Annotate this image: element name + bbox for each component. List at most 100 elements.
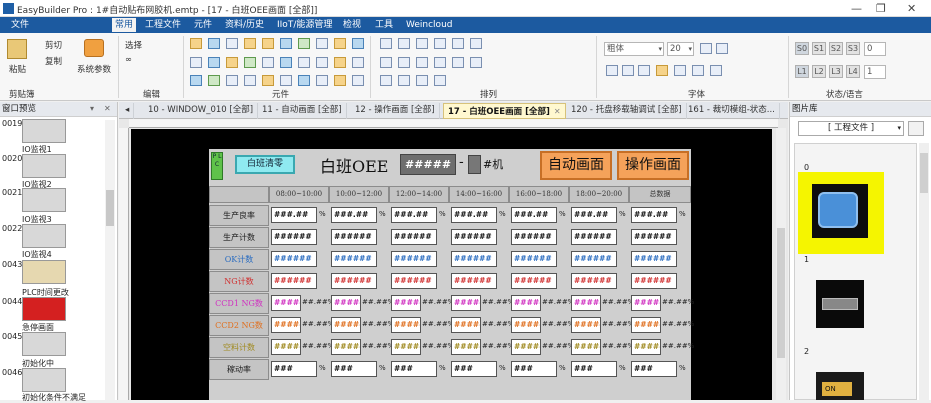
state-s0-button[interactable]: S0 [795, 42, 809, 55]
total-count-display[interactable]: ##### [400, 154, 456, 175]
function-key-icon[interactable] [262, 38, 274, 49]
menu-project[interactable]: 工程文件 [142, 18, 184, 32]
minimize-button[interactable]: — [851, 2, 862, 15]
preview-thumbnail[interactable] [22, 332, 66, 356]
distribute-v-icon[interactable] [434, 57, 446, 68]
table-value-cell[interactable]: ##### [571, 295, 601, 311]
group-objects-icon[interactable] [452, 57, 464, 68]
table-value-cell[interactable]: ##### [391, 339, 421, 355]
multi-state-icon[interactable] [280, 38, 292, 49]
picture-item[interactable]: ON [804, 356, 878, 400]
state-s2-button[interactable]: S2 [829, 42, 843, 55]
table-value-cell[interactable]: ### [571, 361, 617, 377]
auto-screen-button[interactable]: 自动画面 [540, 151, 612, 180]
font-grow-icon[interactable] [700, 43, 712, 54]
slider-icon[interactable] [298, 38, 310, 49]
table-value-cell[interactable]: ###### [511, 273, 557, 289]
state-value-input[interactable]: 0 [864, 42, 886, 56]
italic-icon[interactable] [692, 65, 704, 76]
font-size-combo[interactable]: 20 ▾ [667, 42, 694, 56]
tab-window-11[interactable]: 11 - 自动画面 [全部] [258, 103, 347, 119]
table-value-cell[interactable]: ##### [271, 317, 301, 333]
table-value-cell[interactable]: ###### [391, 251, 437, 267]
bold-icon[interactable] [674, 65, 686, 76]
more-elements-icon[interactable] [352, 75, 364, 86]
table-value-cell[interactable]: ###### [631, 229, 677, 245]
set-bit-icon[interactable] [226, 38, 238, 49]
table-value-cell[interactable]: ### [631, 361, 677, 377]
line-icon[interactable] [352, 57, 364, 68]
tab-window-161[interactable]: 161 - 裁切模组-状态... [684, 103, 780, 119]
preview-thumbnail[interactable] [22, 260, 66, 284]
table-value-cell[interactable]: ###### [271, 251, 317, 267]
tab-window-120[interactable]: 120 - 托盘移载轴调试 [全部] [567, 103, 687, 119]
menu-iiot[interactable]: IIoT/能源管理 [274, 18, 335, 32]
paste-label[interactable]: 粘贴 [9, 63, 26, 75]
align-left-icon[interactable] [380, 38, 392, 49]
polygon-icon[interactable] [316, 57, 328, 68]
table-value-cell[interactable]: ###.## [271, 207, 317, 223]
numeric-icon[interactable] [316, 38, 328, 49]
link-icon[interactable]: ∞ [125, 55, 132, 65]
cut-button[interactable]: 剪切 [45, 39, 62, 51]
tab-window-12[interactable]: 12 - 操作画面 [全部] [351, 103, 440, 119]
table-value-cell[interactable]: ### [391, 361, 437, 377]
table-value-cell[interactable]: ### [331, 361, 377, 377]
underline-icon[interactable] [710, 65, 722, 76]
table-value-cell[interactable]: ###### [331, 229, 377, 245]
text-spacing-icon[interactable] [638, 65, 650, 76]
send-back-icon[interactable] [398, 75, 410, 86]
font-shrink-icon[interactable] [716, 43, 728, 54]
scrollbar-thumb[interactable] [920, 153, 928, 193]
preview-thumbnail[interactable] [22, 368, 66, 392]
select-button[interactable]: 选择 [125, 39, 142, 51]
flip-icon[interactable] [434, 75, 446, 86]
table-value-cell[interactable]: ###### [631, 251, 677, 267]
picture-item[interactable] [804, 264, 878, 342]
table-value-cell[interactable]: ### [271, 361, 317, 377]
table-value-cell[interactable]: ##### [631, 317, 661, 333]
indicator-icon[interactable] [352, 38, 364, 49]
align-middle-icon[interactable] [452, 38, 464, 49]
table-value-cell[interactable]: ### [451, 361, 497, 377]
font-combo[interactable]: 粗体 ▾ [604, 42, 664, 56]
table-icon[interactable] [244, 75, 256, 86]
plc-indicator[interactable]: P L C [211, 152, 223, 180]
canvas-scrollbar[interactable] [776, 128, 786, 400]
menu-file[interactable]: 文件 [8, 18, 32, 32]
table-value-cell[interactable]: ###### [451, 273, 497, 289]
timer-icon[interactable] [334, 57, 346, 68]
lang-l2-button[interactable]: L2 [812, 65, 826, 78]
table-value-cell[interactable]: ##### [391, 295, 421, 311]
meter-icon[interactable] [244, 57, 256, 68]
table-value-cell[interactable]: ##### [511, 317, 541, 333]
preview-scrollbar[interactable] [105, 120, 115, 400]
table-value-cell[interactable]: ###.## [571, 207, 617, 223]
table-value-cell[interactable]: ##### [391, 317, 421, 333]
tab-scroll-left[interactable]: ◂ [121, 103, 135, 119]
align-bottom-icon[interactable] [470, 38, 482, 49]
table-value-cell[interactable]: ###### [271, 229, 317, 245]
bitmap-icon[interactable] [334, 75, 346, 86]
paste-icon[interactable] [7, 39, 27, 59]
tab-window-17[interactable]: 17 - 白班OEE画面 [全部] ✕ [443, 103, 566, 119]
menu-home[interactable]: 常用 [112, 18, 137, 32]
distribute-h-icon[interactable] [416, 57, 428, 68]
table-value-cell[interactable]: ##### [451, 339, 481, 355]
menu-view[interactable]: 检视 [340, 18, 364, 32]
table-value-cell[interactable]: ##### [571, 339, 601, 355]
picture-item[interactable] [798, 172, 884, 254]
lang-l4-button[interactable]: L4 [846, 65, 860, 78]
bar-graph-icon[interactable] [262, 57, 274, 68]
table-value-cell[interactable]: ###.## [451, 207, 497, 223]
align-top-icon[interactable] [434, 38, 446, 49]
table-value-cell[interactable]: ###### [571, 229, 617, 245]
text-icon[interactable] [190, 75, 202, 86]
lang-l3-button[interactable]: L3 [829, 65, 843, 78]
table-value-cell[interactable]: ##### [511, 295, 541, 311]
table-value-cell[interactable]: ###### [511, 229, 557, 245]
table-value-cell[interactable]: ##### [331, 317, 361, 333]
table-value-cell[interactable]: ##### [451, 295, 481, 311]
bit-lamp-icon[interactable] [190, 38, 202, 49]
shift-clear-button[interactable]: 白班清零 [235, 155, 295, 174]
